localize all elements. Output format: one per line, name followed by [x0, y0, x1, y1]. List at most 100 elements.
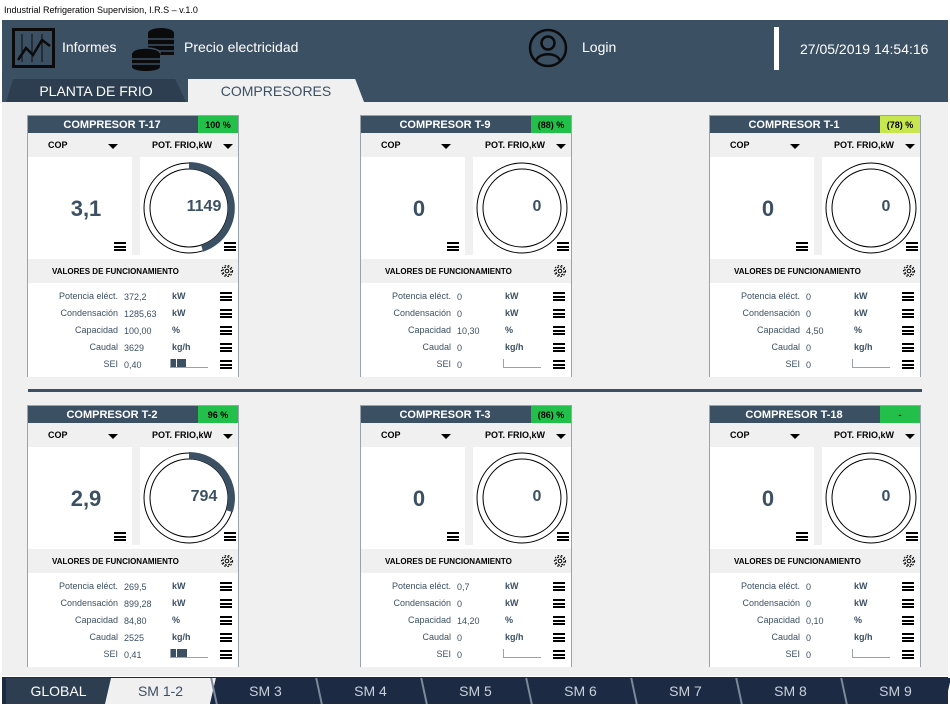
chevron-down-icon[interactable] — [441, 434, 451, 439]
tab-sm-1-2[interactable]: SM 1-2 — [105, 678, 216, 704]
metric-menu-icon[interactable] — [220, 616, 232, 625]
metric-menu-icon[interactable] — [902, 582, 914, 591]
cop-menu-icon[interactable] — [447, 242, 459, 251]
metric-menu-icon[interactable] — [553, 343, 565, 352]
cop-select[interactable]: COP — [381, 140, 401, 150]
metric-menu-icon[interactable] — [220, 309, 232, 318]
settings-gear-icon[interactable] — [553, 554, 567, 568]
metric-menu-icon[interactable] — [220, 650, 232, 659]
metric-menu-icon[interactable] — [553, 599, 565, 608]
cop-select[interactable]: COP — [730, 430, 750, 440]
metric-menu-icon[interactable] — [220, 633, 232, 642]
chevron-down-icon[interactable] — [223, 434, 233, 439]
login-link[interactable]: Login — [582, 39, 616, 55]
metric-menu-icon[interactable] — [220, 292, 232, 301]
coins-icon[interactable] — [129, 25, 177, 71]
cop-menu-icon[interactable] — [114, 242, 126, 251]
metric-unit: kW — [854, 291, 868, 301]
metric-menu-icon[interactable] — [902, 292, 914, 301]
tab-sm-6[interactable]: SM 6 — [525, 678, 636, 704]
metric-menu-icon[interactable] — [902, 309, 914, 318]
metric-menu-icon[interactable] — [553, 582, 565, 591]
metric-menu-icon[interactable] — [902, 343, 914, 352]
metric-label: Potencia eléct. — [740, 581, 800, 591]
settings-gear-icon[interactable] — [902, 264, 916, 278]
metric-menu-icon[interactable] — [902, 633, 914, 642]
pot-frio-select[interactable]: POT. FRIO,kW — [485, 140, 545, 150]
chevron-down-icon[interactable] — [556, 434, 566, 439]
chart-report-icon[interactable] — [12, 28, 55, 68]
pot-frio-select[interactable]: POT. FRIO,kW — [485, 430, 545, 440]
gauge-menu-icon[interactable] — [224, 532, 236, 541]
cop-select[interactable]: COP — [381, 430, 401, 440]
metric-menu-icon[interactable] — [902, 326, 914, 335]
load-badge: - — [880, 406, 920, 423]
metric-menu-icon[interactable] — [220, 343, 232, 352]
tab-sm-8[interactable]: SM 8 — [735, 678, 846, 704]
gauge-menu-icon[interactable] — [557, 242, 569, 251]
tab-compresores[interactable]: COMPRESORES — [188, 79, 364, 102]
metric-menu-icon[interactable] — [553, 326, 565, 335]
settings-gear-icon[interactable] — [220, 264, 234, 278]
chevron-down-icon[interactable] — [223, 144, 233, 149]
metric-menu-icon[interactable] — [220, 582, 232, 591]
metric-unit: % — [172, 615, 181, 625]
metric-menu-icon[interactable] — [220, 360, 232, 369]
chevron-down-icon[interactable] — [790, 434, 800, 439]
metric-row: Caudal 0 kg/h — [710, 628, 920, 645]
metric-menu-icon[interactable] — [902, 360, 914, 369]
chevron-down-icon[interactable] — [790, 144, 800, 149]
informes-link[interactable]: Informes — [62, 39, 116, 55]
gauge-menu-icon[interactable] — [224, 242, 236, 251]
metric-menu-icon[interactable] — [553, 633, 565, 642]
chevron-down-icon[interactable] — [556, 144, 566, 149]
settings-gear-icon[interactable] — [553, 264, 567, 278]
load-badge: (86) % — [531, 406, 571, 423]
chevron-down-icon[interactable] — [108, 434, 118, 439]
pot-frio-select[interactable]: POT. FRIO,kW — [152, 430, 212, 440]
pot-frio-select[interactable]: POT. FRIO,kW — [834, 140, 894, 150]
tab-sm-3[interactable]: SM 3 — [210, 678, 321, 704]
metric-value: 0 — [806, 360, 812, 370]
settings-gear-icon[interactable] — [220, 554, 234, 568]
user-icon[interactable] — [528, 28, 568, 68]
cop-menu-icon[interactable] — [447, 532, 459, 541]
cop-menu-icon[interactable] — [796, 242, 808, 251]
metric-menu-icon[interactable] — [553, 650, 565, 659]
tab-sm-9[interactable]: SM 9 — [840, 678, 950, 704]
gauge-menu-icon[interactable] — [906, 242, 918, 251]
pot-frio-select[interactable]: POT. FRIO,kW — [834, 430, 894, 440]
gauge-menu-icon[interactable] — [557, 532, 569, 541]
metric-menu-icon[interactable] — [553, 292, 565, 301]
cop-select[interactable]: COP — [48, 140, 68, 150]
metric-menu-icon[interactable] — [220, 599, 232, 608]
tab-sm-4[interactable]: SM 4 — [315, 678, 426, 704]
tab-planta-de-frio[interactable]: PLANTA DE FRIO — [6, 79, 186, 102]
metric-menu-icon[interactable] — [553, 360, 565, 369]
metric-unit: kW — [172, 291, 186, 301]
gauge-menu-icon[interactable] — [906, 532, 918, 541]
cop-select[interactable]: COP — [730, 140, 750, 150]
metric-menu-icon[interactable] — [553, 616, 565, 625]
tab-global[interactable]: GLOBAL — [6, 678, 111, 704]
metric-row: Potencia eléct. 372,2 kW — [28, 287, 238, 304]
metric-row: Condensación 899,28 kW — [28, 594, 238, 611]
metric-menu-icon[interactable] — [902, 650, 914, 659]
settings-gear-icon[interactable] — [902, 554, 916, 568]
metric-menu-icon[interactable] — [553, 309, 565, 318]
chevron-down-icon[interactable] — [905, 144, 915, 149]
chevron-down-icon[interactable] — [441, 144, 451, 149]
tab-sm-5[interactable]: SM 5 — [420, 678, 531, 704]
pot-frio-select[interactable]: POT. FRIO,kW — [152, 140, 212, 150]
metric-label: Capacidad — [407, 325, 451, 335]
metric-menu-icon[interactable] — [220, 326, 232, 335]
tab-sm-7[interactable]: SM 7 — [630, 678, 741, 704]
precio-electricidad-link[interactable]: Precio electricidad — [184, 39, 298, 55]
metric-menu-icon[interactable] — [902, 599, 914, 608]
metric-menu-icon[interactable] — [902, 616, 914, 625]
cop-menu-icon[interactable] — [114, 532, 126, 541]
cop-select[interactable]: COP — [48, 430, 68, 440]
chevron-down-icon[interactable] — [905, 434, 915, 439]
cop-menu-icon[interactable] — [796, 532, 808, 541]
chevron-down-icon[interactable] — [108, 144, 118, 149]
